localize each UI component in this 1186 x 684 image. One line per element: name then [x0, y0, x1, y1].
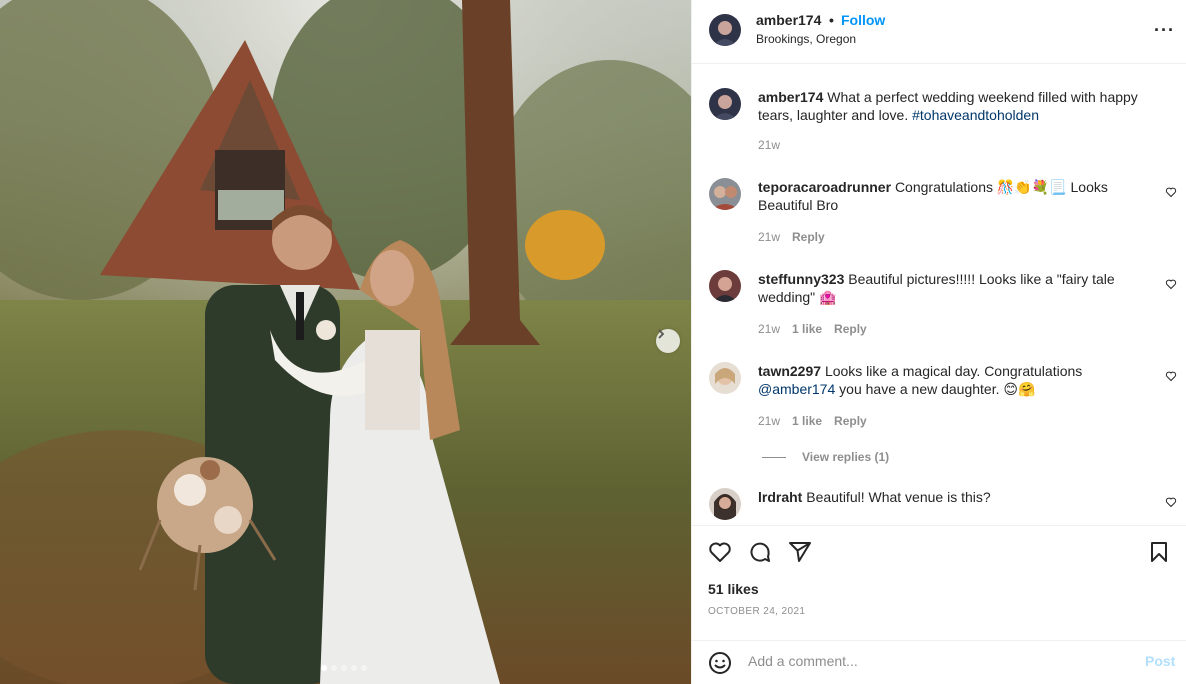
bookmark-icon[interactable]	[1147, 540, 1171, 564]
comment-meta: 21w 1 like Reply	[758, 322, 867, 336]
author-username[interactable]: amber174	[756, 12, 821, 28]
comment-likes[interactable]: 1 like	[792, 414, 822, 428]
reply-button[interactable]: Reply	[834, 322, 867, 336]
share-icon[interactable]	[788, 540, 812, 564]
caption-text: amber174 What a perfect wedding weekend …	[758, 88, 1158, 124]
hashtag-link[interactable]: #tohaveandtoholden	[912, 107, 1039, 123]
next-image-button[interactable]	[656, 329, 680, 353]
post-header: amber174 • Follow Brookings, Oregon ···	[692, 0, 1186, 64]
like-comment-heart-icon[interactable]	[1165, 370, 1177, 382]
comment-likes[interactable]: 1 like	[792, 322, 822, 336]
author-avatar[interactable]	[709, 88, 741, 120]
add-comment-bar: Add a comment... Post	[692, 640, 1186, 684]
comment-username[interactable]: steffunny323	[758, 271, 844, 287]
carousel-dot	[361, 665, 367, 671]
commenter-avatar[interactable]	[709, 178, 741, 210]
comment-text: teporacaroadrunner Congratulations 🎊👏💐📃 …	[758, 178, 1158, 214]
view-replies-label: View replies (1)	[802, 450, 890, 464]
comment-time[interactable]: 21w	[758, 414, 780, 428]
comment-body: Looks like a magical day. Congratulation…	[824, 363, 1083, 379]
post-photo[interactable]	[0, 0, 691, 684]
comment-body: Beautiful! What venue is this?	[806, 489, 991, 505]
carousel-dot	[351, 665, 357, 671]
post-comment-button[interactable]: Post	[1145, 653, 1175, 669]
mention-link[interactable]: @amber174	[758, 381, 835, 397]
commenter-avatar[interactable]	[709, 270, 741, 302]
separator-dot: •	[829, 12, 834, 28]
comments-list[interactable]: amber174 What a perfect wedding weekend …	[692, 64, 1186, 525]
carousel-indicator	[321, 665, 367, 671]
wedding-photo-illustration	[0, 0, 691, 684]
view-replies-button[interactable]: View replies (1)	[762, 450, 889, 464]
post-side-panel: amber174 • Follow Brookings, Oregon ··· …	[691, 0, 1186, 684]
comment-meta: 21w Reply	[758, 230, 825, 244]
like-comment-heart-icon[interactable]	[1165, 278, 1177, 290]
comment-time[interactable]: 21w	[758, 230, 780, 244]
likes-count[interactable]: 51 likes	[708, 581, 759, 597]
replies-divider	[762, 456, 786, 458]
comment-username[interactable]: teporacaroadrunner	[758, 179, 891, 195]
caption-username[interactable]: amber174	[758, 89, 823, 105]
comment-body-end: you have a new daughter. 😊🤗	[839, 381, 1036, 397]
carousel-dot-active	[321, 665, 327, 671]
comment-text: tawn2297 Looks like a magical day. Congr…	[758, 362, 1158, 398]
comment-icon[interactable]	[748, 540, 772, 564]
more-horizontal-icon[interactable]: ···	[1154, 20, 1175, 41]
follow-button[interactable]: Follow	[841, 12, 885, 28]
commenter-avatar[interactable]	[709, 362, 741, 394]
comment-username[interactable]: tawn2297	[758, 363, 821, 379]
reply-button[interactable]: Reply	[834, 414, 867, 428]
reply-button[interactable]: Reply	[792, 230, 825, 244]
post-date[interactable]: OCTOBER 24, 2021	[708, 606, 805, 617]
carousel-dot	[331, 665, 337, 671]
carousel-dot	[341, 665, 347, 671]
emoji-icon[interactable]	[708, 651, 732, 675]
comment-username[interactable]: lrdraht	[758, 489, 802, 505]
caption-time[interactable]: 21w	[758, 138, 780, 152]
location-link[interactable]: Brookings, Oregon	[756, 32, 856, 46]
comment-text: lrdraht Beautiful! What venue is this?	[758, 488, 1158, 506]
instagram-post: amber174 • Follow Brookings, Oregon ··· …	[0, 0, 1186, 684]
comment-meta: 21w 1 like Reply	[758, 414, 867, 428]
author-avatar[interactable]	[709, 14, 741, 46]
like-comment-heart-icon[interactable]	[1165, 496, 1177, 508]
heart-icon[interactable]	[708, 540, 732, 564]
comment-input[interactable]: Add a comment...	[748, 653, 858, 669]
comment-text: steffunny323 Beautiful pictures!!!!! Loo…	[758, 270, 1158, 306]
like-comment-heart-icon[interactable]	[1165, 186, 1177, 198]
chevron-right-icon	[658, 329, 665, 339]
caption-meta: 21w	[758, 138, 780, 152]
commenter-avatar[interactable]	[709, 488, 741, 520]
comment-time[interactable]: 21w	[758, 322, 780, 336]
